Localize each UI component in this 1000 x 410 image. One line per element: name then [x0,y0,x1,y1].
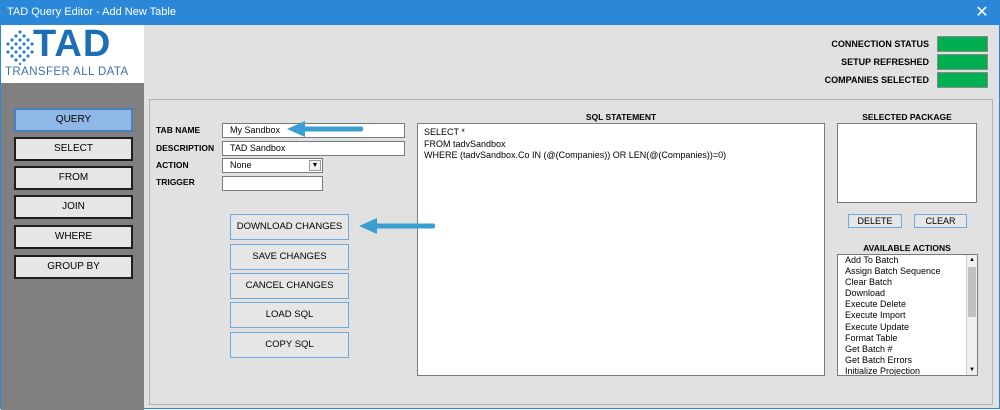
scroll-up-icon[interactable]: ▲ [967,255,977,265]
callout-arrow-icon [287,121,363,137]
logo-dots-icon [6,30,34,65]
action-select-value: None [230,160,252,170]
trigger-input[interactable] [222,176,323,191]
list-item[interactable]: Get Batch Errors [838,355,977,366]
nav-select-button[interactable]: SELECT [14,137,133,161]
list-item[interactable]: Download [838,288,977,299]
left-nav-panel: TAD TRANSFER ALL DATA QUERY SELECT FROM … [1,23,144,410]
list-item[interactable]: Execute Delete [838,299,977,310]
available-actions-title: AVAILABLE ACTIONS [863,243,951,253]
action-select[interactable]: None ▼ [222,158,323,173]
delete-button[interactable]: DELETE [848,214,902,228]
connection-status-label: CONNECTION STATUS [831,39,929,49]
logo-tagline: TRANSFER ALL DATA [5,66,129,78]
selected-package-title: SELECTED PACKAGE [862,112,952,122]
setup-refreshed-label: SETUP REFRESHED [841,57,929,67]
description-label: DESCRIPTION [156,143,215,153]
sql-line: SELECT * [424,127,465,137]
sql-line: FROM tadvSandbox [424,138,506,149]
load-sql-button[interactable]: LOAD SQL [230,302,349,328]
nav-query-button[interactable]: QUERY [14,108,133,132]
close-icon[interactable]: ✕ [971,3,993,23]
connection-status-indicator [937,36,988,52]
sql-line: WHERE (tadvSandbox.Co IN (@(Companies)) … [424,150,727,160]
nav-where-button[interactable]: WHERE [14,225,133,249]
tab-name-label: TAB NAME [156,125,201,135]
save-changes-button[interactable]: SAVE CHANGES [230,244,349,270]
companies-selected-label: COMPANIES SELECTED [824,75,929,85]
cancel-changes-button[interactable]: CANCEL CHANGES [230,273,349,299]
sql-statement-editor[interactable]: SELECT * FROM tadvSandbox WHERE (tadvSan… [417,123,825,376]
download-changes-button[interactable]: DOWNLOAD CHANGES [230,214,349,240]
clear-button[interactable]: CLEAR [914,214,967,228]
companies-selected-indicator [937,72,988,88]
nav-join-button[interactable]: JOIN [14,195,133,219]
copy-sql-button[interactable]: COPY SQL [230,332,349,358]
list-item[interactable]: Clear Batch [838,277,977,288]
nav-from-button[interactable]: FROM [14,166,133,190]
description-input[interactable]: TAD Sandbox [222,141,405,156]
list-item[interactable]: Execute Update [838,322,977,333]
title-bar[interactable]: TAD Query Editor - Add New Table ✕ [1,1,999,25]
tad-logo: TAD TRANSFER ALL DATA [1,23,144,83]
list-item[interactable]: Execute Import [838,310,977,321]
logo-brand: TAD [33,23,112,65]
nav-group-by-button[interactable]: GROUP BY [14,255,133,279]
setup-refreshed-indicator [937,54,988,70]
list-item[interactable]: Add To Batch [838,255,977,266]
available-actions-list[interactable]: Add To Batch Assign Batch Sequence Clear… [837,254,978,376]
window-title: TAD Query Editor - Add New Table [7,6,176,18]
trigger-label: TRIGGER [156,177,195,187]
callout-arrow-icon [359,218,435,234]
query-editor-window: TAD Query Editor - Add New Table ✕ TAD T… [0,0,1000,410]
action-label: ACTION [156,160,189,170]
scroll-down-icon[interactable]: ▼ [967,365,977,375]
list-item[interactable]: Assign Batch Sequence [838,266,977,277]
selected-package-box[interactable] [837,123,977,203]
list-item[interactable]: Get Batch # [838,344,977,355]
list-item[interactable]: Format Table [838,333,977,344]
sql-statement-title: SQL STATEMENT [585,112,657,122]
scroll-thumb[interactable] [968,267,976,317]
actions-scrollbar[interactable]: ▲ ▼ [966,255,977,375]
chevron-down-icon[interactable]: ▼ [309,160,321,171]
list-item[interactable]: Initialize Projection [838,366,977,375]
